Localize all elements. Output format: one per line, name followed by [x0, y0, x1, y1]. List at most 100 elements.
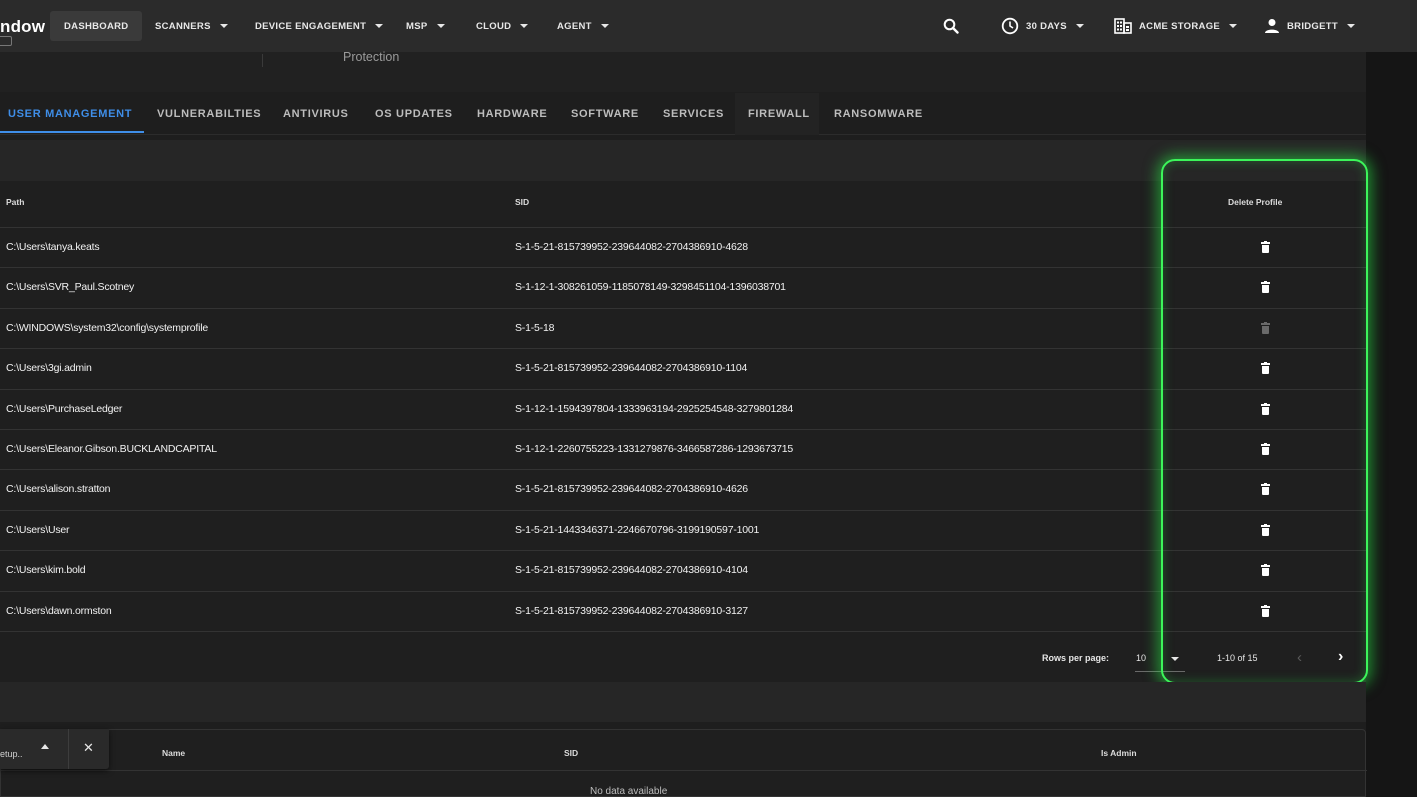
prev-page-icon[interactable]: ‹: [1297, 649, 1302, 666]
rows-per-page-select[interactable]: 10: [1136, 653, 1146, 663]
tab-hardware[interactable]: Hardware: [477, 93, 547, 135]
building-icon: [1114, 18, 1132, 34]
nav-device-engagement-label: Device Engagement: [255, 20, 367, 32]
section-toolbar: [0, 682, 1366, 722]
right-gutter: [1366, 0, 1417, 797]
nav-scanners[interactable]: Scanners: [155, 11, 228, 41]
tab-firewall[interactable]: Firewall: [748, 93, 810, 135]
trash-icon[interactable]: [1261, 281, 1270, 294]
trash-icon-lid: [1261, 282, 1270, 285]
header-divider: [262, 54, 263, 67]
profile-path: C:\Users\alison.stratton: [6, 483, 111, 496]
nav-device-engagement[interactable]: Device Engagement: [255, 11, 384, 41]
chevron-down-icon: [600, 24, 609, 28]
trash-icon-body: [1262, 608, 1269, 617]
trash-icon-body: [1262, 446, 1269, 455]
user-icon: [1265, 19, 1279, 33]
tab-user-management[interactable]: User Management: [8, 93, 132, 135]
profile-path: C:\WINDOWS\system32\config\systemprofile: [6, 321, 209, 334]
table-row: C:\Users\Eleanor.Gibson.BUCKLANDCAPITAL S…: [0, 430, 1366, 471]
column-header-delete-profile: Delete Profile: [1228, 197, 1283, 207]
profile-sid: S-1-12-1-1594397804-1333963194-292525454…: [515, 402, 794, 415]
chevron-down-icon: [1346, 24, 1355, 28]
chevron-down-icon[interactable]: [1171, 657, 1179, 661]
nav-dashboard-label: Dashboard: [64, 20, 129, 32]
trash-icon-lid: [1261, 242, 1270, 244]
trash-icon[interactable]: [1261, 402, 1270, 416]
next-page-icon[interactable]: ›: [1338, 648, 1343, 666]
trash-icon[interactable]: [1261, 483, 1270, 496]
trash-icon[interactable]: [1261, 241, 1270, 254]
nav-cloud-label: Cloud: [476, 20, 512, 32]
tab-services[interactable]: Services: [663, 93, 724, 135]
profile-path: C:\Users\PurchaseLedger: [6, 402, 123, 415]
company-selector[interactable]: ACME STORAGE: [1114, 11, 1238, 41]
nav-msp[interactable]: MSP: [406, 11, 445, 41]
chevron-up-icon[interactable]: [41, 744, 49, 749]
app-logo[interactable]: ndow: [0, 17, 45, 37]
trash-icon-lid: [1261, 524, 1270, 527]
table-row: C:\Users\alison.stratton S-1-5-21-8157399…: [0, 470, 1366, 511]
profile-path: C:\Users\3gi.admin: [6, 362, 92, 375]
trash-icon: [1261, 321, 1270, 335]
logo-badge-icon: [0, 36, 12, 46]
tab-ransomware[interactable]: Ransomware: [834, 93, 923, 135]
trash-icon-lid: [1261, 322, 1270, 325]
profile-sid: S-1-5-21-815739952-239644082-2704386910-…: [515, 362, 748, 375]
trash-icon-body: [1262, 568, 1269, 577]
trash-icon[interactable]: [1261, 564, 1270, 577]
trash-icon[interactable]: [1261, 442, 1270, 456]
column-header-name[interactable]: Name: [162, 748, 185, 758]
trash-icon-body: [1262, 527, 1269, 536]
nav-scanners-label: Scanners: [155, 20, 211, 32]
profile-path: C:\Users\SVR_Paul.Scotney: [6, 281, 135, 294]
profile-sid: S-1-12-1-2260755223-1331279876-346658728…: [515, 442, 794, 455]
empty-state-text: No data available: [590, 786, 668, 797]
search-button[interactable]: [943, 11, 959, 41]
trash-icon-lid: [1261, 443, 1270, 446]
nav-agent-label: Agent: [557, 20, 592, 32]
column-header-path[interactable]: Path: [6, 197, 24, 207]
trash-icon-body: [1262, 325, 1269, 334]
admins-table: Name SID Is Admin No data available: [0, 729, 1367, 797]
user-menu[interactable]: BRIDGETT: [1264, 11, 1355, 41]
trash-icon-body: [1262, 487, 1269, 496]
nav-agent[interactable]: Agent: [557, 11, 609, 41]
column-header-sid[interactable]: SID: [564, 748, 578, 758]
pagination-bar: Rows per page: 10 1-10 of 15 ‹ ›: [0, 632, 1366, 682]
tab-vulnerabilities[interactable]: Vulnerabilties: [157, 93, 261, 135]
table-row: C:\Users\tanya.keats S-1-5-21-815739952-2…: [0, 228, 1366, 269]
company-label: ACME STORAGE: [1139, 20, 1221, 32]
table-header-row: Path SID Delete Profile: [0, 181, 1366, 228]
time-range-selector[interactable]: 30 DAYS: [1001, 11, 1084, 41]
table-row: C:\WINDOWS\system32\config\systemprofile…: [0, 309, 1366, 350]
search-icon: [943, 18, 959, 34]
chevron-down-icon: [1229, 24, 1238, 28]
pagination-range: 1-10 of 15: [1217, 653, 1258, 663]
chevron-down-icon: [219, 24, 228, 28]
table-row: C:\Users\SVR_Paul.Scotney S-1-12-1-308261…: [0, 268, 1366, 309]
chevron-down-icon: [375, 24, 384, 28]
close-icon[interactable]: ✕: [83, 740, 94, 756]
active-tab-indicator: [0, 131, 144, 133]
nav-dashboard[interactable]: Dashboard: [50, 11, 143, 41]
nav-msp-label: MSP: [406, 20, 428, 32]
trash-icon[interactable]: [1261, 523, 1270, 537]
trash-icon-lid: [1261, 484, 1270, 487]
profile-path: C:\Users\Eleanor.Gibson.BUCKLANDCAPITAL: [6, 442, 217, 455]
profile-sid: S-1-5-18: [515, 321, 555, 334]
column-header-is-admin[interactable]: Is Admin: [1101, 748, 1137, 758]
top-navbar: ndow Dashboard Scanners Device Engagemen…: [0, 0, 1417, 52]
trash-icon[interactable]: [1261, 604, 1270, 618]
trash-icon[interactable]: [1261, 362, 1270, 375]
rows-per-page-label: Rows per page:: [1042, 653, 1110, 663]
page-header: [0, 52, 1366, 92]
tab-os-updates[interactable]: OS Updates: [375, 93, 453, 135]
tab-software[interactable]: Software: [571, 93, 639, 135]
profile-path: C:\Users\dawn.ormston: [6, 604, 112, 617]
tab-antivirus[interactable]: Antivirus: [283, 93, 349, 135]
setup-toast[interactable]: etup.. ✕: [0, 729, 109, 769]
nav-cloud[interactable]: Cloud: [476, 11, 529, 41]
profile-sid: S-1-5-21-1443346371-2246670796-319919059…: [515, 523, 760, 536]
column-header-sid[interactable]: SID: [515, 197, 529, 207]
